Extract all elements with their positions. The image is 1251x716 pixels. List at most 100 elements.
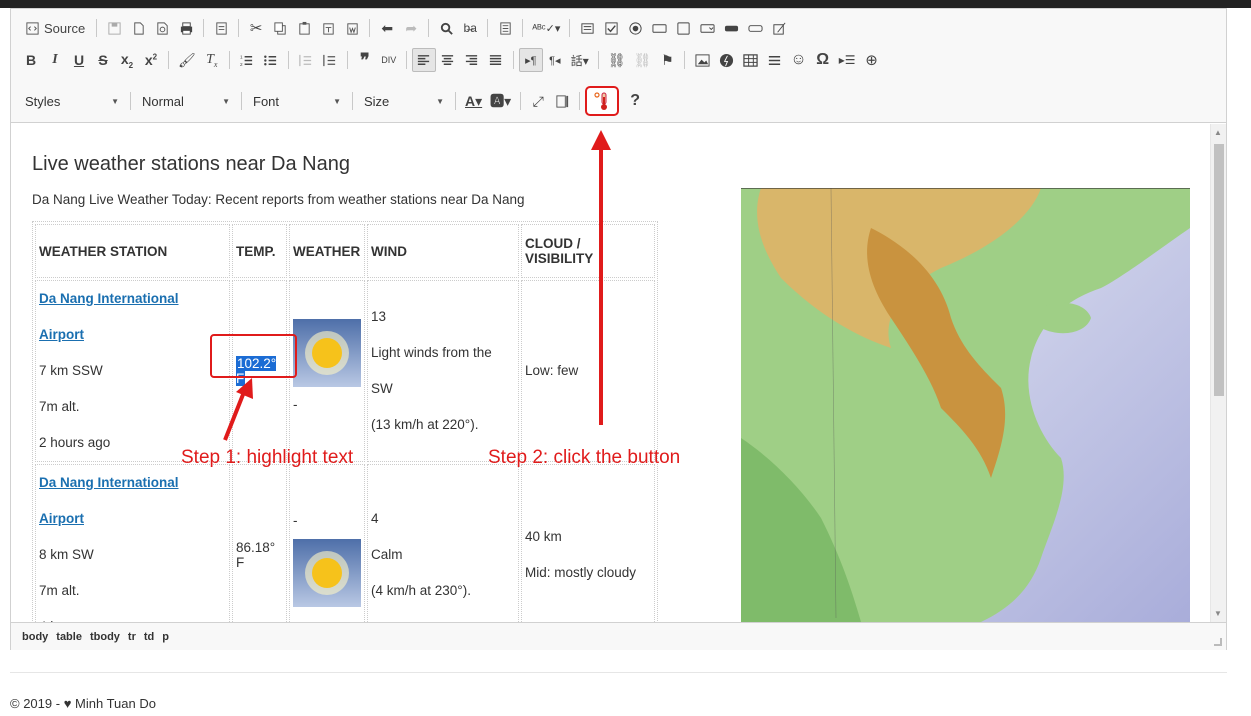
replace-icon: b̶a (463, 21, 477, 35)
link-button[interactable]: ⛓ (604, 48, 630, 72)
paste-word-button[interactable] (340, 16, 364, 40)
path-item-p[interactable]: p (162, 631, 169, 643)
horizontal-rule-button[interactable] (762, 48, 786, 72)
size-dropdown[interactable]: Size ▼ (358, 90, 450, 112)
paste-text-button[interactable] (316, 16, 340, 40)
bulleted-list-icon (264, 55, 277, 65)
find-button[interactable] (434, 16, 458, 40)
scrollbar-thumb[interactable] (1214, 144, 1224, 396)
format-dropdown[interactable]: Normal ▼ (136, 90, 236, 112)
replace-button[interactable]: b̶a (458, 16, 482, 40)
select-all-button[interactable] (493, 16, 517, 40)
form-button[interactable] (575, 16, 599, 40)
bold-button[interactable]: B (19, 48, 43, 72)
select-button[interactable] (695, 16, 719, 40)
maximize-button[interactable]: ⤢ (526, 89, 550, 113)
styles-dropdown[interactable]: Styles ▼ (19, 90, 125, 112)
italic-button[interactable]: I (43, 48, 67, 72)
text-color-button[interactable]: A▾ (461, 89, 486, 113)
button-icon (724, 25, 738, 31)
table-row: Da Nang International Airport 8 km SW 7m… (35, 464, 655, 622)
indent-button[interactable] (318, 48, 342, 72)
path-item-body[interactable]: body (22, 631, 48, 643)
path-item-tbody[interactable]: tbody (90, 631, 120, 643)
copy-button[interactable] (268, 16, 292, 40)
remove-format-button[interactable]: Tx (200, 48, 224, 72)
temp-cell[interactable]: 86.18° F (232, 464, 287, 622)
strike-button[interactable]: S (91, 48, 115, 72)
paste-button[interactable] (292, 16, 316, 40)
hidden-field-button[interactable] (767, 16, 791, 40)
show-blocks-button[interactable] (550, 89, 574, 113)
rtl-button[interactable]: ¶◂ (543, 48, 567, 72)
source-button[interactable]: Source (19, 16, 91, 40)
scroll-down-icon[interactable]: ▼ (1214, 609, 1222, 618)
image-button-button[interactable] (743, 16, 767, 40)
station-link[interactable]: Da Nang International Airport (39, 291, 179, 342)
separator (96, 19, 98, 37)
table-button[interactable] (738, 48, 762, 72)
bulleted-list-button[interactable] (259, 48, 283, 72)
paste-word-icon (347, 22, 358, 35)
station-link[interactable]: Da Nang International Airport (39, 475, 179, 526)
spellcheck-button[interactable]: ᴬᴮᶜ✓▾ (528, 16, 564, 40)
footer-author: Minh Tuan Do (75, 696, 156, 711)
wind-description: Light winds from the SW (371, 345, 492, 396)
templates-icon (216, 21, 227, 35)
flash-button[interactable] (714, 48, 738, 72)
outdent-button[interactable] (294, 48, 318, 72)
numbered-list-button[interactable]: 12 (235, 48, 259, 72)
underline-button[interactable]: U (67, 48, 91, 72)
help-button[interactable]: ? (623, 89, 647, 113)
undo-button[interactable]: ⬅ (375, 16, 399, 40)
separator (512, 51, 514, 69)
textfield-button[interactable] (647, 16, 671, 40)
source-icon (26, 21, 39, 35)
new-page-button[interactable] (126, 16, 150, 40)
image-button[interactable] (690, 48, 714, 72)
subscript-button[interactable]: x2 (115, 48, 139, 72)
checkbox-button[interactable] (599, 16, 623, 40)
align-center-button[interactable] (436, 48, 460, 72)
templates-button[interactable] (209, 16, 233, 40)
button-button[interactable] (719, 16, 743, 40)
path-item-table[interactable]: table (56, 631, 82, 643)
preview-button[interactable] (150, 16, 174, 40)
copy-format-button[interactable]: 🖌 (174, 48, 200, 72)
iframe-button[interactable]: ⊕ (860, 48, 884, 72)
language-button[interactable]: 話▾ (567, 48, 593, 72)
bg-color-button[interactable]: 🅰▾ (486, 89, 515, 113)
radio-button[interactable] (623, 16, 647, 40)
scroll-up-icon[interactable]: ▲ (1214, 128, 1222, 137)
copy-icon (274, 21, 286, 35)
path-item-td[interactable]: td (144, 631, 154, 643)
save-button[interactable] (102, 16, 126, 40)
special-char-button[interactable]: Ω (811, 48, 835, 72)
align-left-button[interactable] (411, 48, 436, 72)
unlink-button[interactable]: ⛓ (630, 48, 656, 72)
editor-content[interactable]: Live weather stations near Da Nang Da Na… (11, 124, 1210, 622)
cloud-cell: 40 km Mid: mostly cloudy (521, 464, 655, 622)
justify-button[interactable] (484, 48, 508, 72)
blockquote-button[interactable]: ❞ (353, 48, 377, 72)
ltr-button[interactable]: ▸¶ (518, 48, 543, 72)
align-right-button[interactable] (460, 48, 484, 72)
smiley-button[interactable]: ☺ (786, 48, 810, 72)
superscript-button[interactable]: x2 (139, 48, 163, 72)
page-break-button[interactable]: ▸☰ (835, 48, 860, 72)
resize-handle[interactable] (1214, 638, 1222, 646)
vertical-scrollbar[interactable]: ▲ ▼ (1210, 124, 1226, 622)
redo-button[interactable]: ➦ (399, 16, 423, 40)
div-button[interactable]: DIV (377, 48, 401, 72)
temperature-convert-button[interactable] (585, 86, 620, 116)
align-right-icon (466, 54, 478, 65)
font-dropdown[interactable]: Font ▼ (247, 90, 347, 112)
cut-button[interactable]: ✂ (244, 16, 268, 40)
temp-text: 86.18° F (236, 540, 276, 570)
print-button[interactable] (174, 16, 198, 40)
anchor-button[interactable]: ⚑ (655, 48, 679, 72)
image-icon (695, 53, 710, 67)
undo-icon: ⬅ (381, 19, 394, 36)
path-item-tr[interactable]: tr (128, 631, 136, 643)
textarea-button[interactable] (671, 16, 695, 40)
